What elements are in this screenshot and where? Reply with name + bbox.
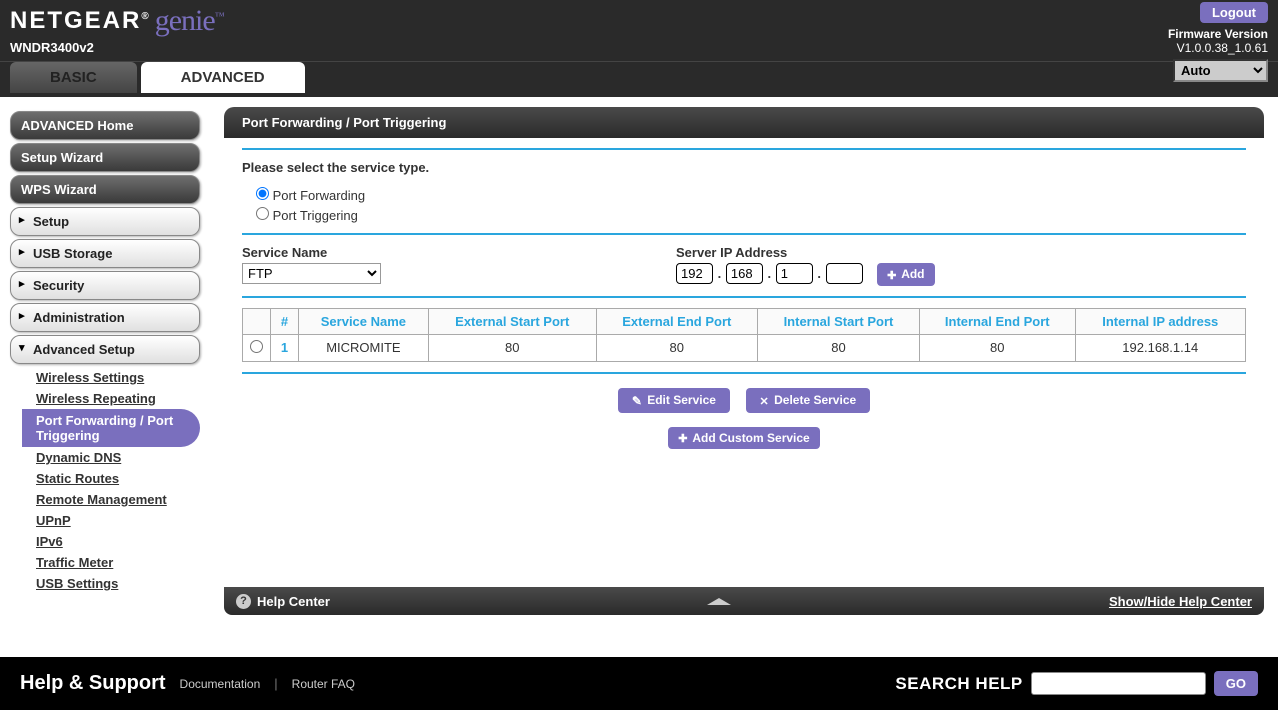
nav-wps-wizard[interactable]: WPS Wizard <box>10 175 200 204</box>
nav-setup-wizard[interactable]: Setup Wizard <box>10 143 200 172</box>
nav-wireless-settings[interactable]: Wireless Settings <box>22 367 210 388</box>
cell-ext-start: 80 <box>428 334 596 361</box>
tab-basic[interactable]: BASIC <box>10 62 137 93</box>
ip-dot: . <box>817 266 821 281</box>
add-button[interactable]: Add <box>877 263 934 286</box>
th-number: # <box>271 308 299 334</box>
search-help-label: SEARCH HELP <box>895 674 1022 694</box>
cell-number: 1 <box>271 334 299 361</box>
pencil-icon <box>632 394 642 408</box>
service-name-label: Service Name <box>242 245 676 260</box>
router-faq-link[interactable]: Router FAQ <box>292 677 355 691</box>
logout-button[interactable]: Logout <box>1200 2 1268 23</box>
divider <box>242 296 1246 298</box>
divider <box>242 233 1246 235</box>
service-name-select[interactable]: FTP <box>242 263 381 284</box>
nav-setup[interactable]: Setup <box>10 207 200 236</box>
row-select-radio[interactable] <box>250 340 263 353</box>
documentation-link[interactable]: Documentation <box>180 677 261 691</box>
ip-octet-1[interactable] <box>676 263 713 284</box>
nav-wireless-repeating[interactable]: Wireless Repeating <box>22 388 210 409</box>
search-help-input[interactable] <box>1031 672 1206 695</box>
radio-port-triggering-label[interactable]: Port Triggering <box>256 208 358 223</box>
tab-advanced[interactable]: ADVANCED <box>141 62 305 93</box>
help-icon: ? <box>236 594 251 609</box>
instruction-text: Please select the service type. <box>242 160 1246 175</box>
go-button[interactable]: GO <box>1214 671 1258 696</box>
cell-int-end: 80 <box>920 334 1075 361</box>
nav-usb-settings[interactable]: USB Settings <box>22 573 210 594</box>
nav-security[interactable]: Security <box>10 271 200 300</box>
ip-dot: . <box>718 266 722 281</box>
footer: Help & Support Documentation | Router FA… <box>0 657 1278 710</box>
nav-usb-storage[interactable]: USB Storage <box>10 239 200 268</box>
add-custom-service-button[interactable]: Add Custom Service <box>668 427 819 450</box>
th-int-ip: Internal IP address <box>1075 308 1246 334</box>
nav-remote-management[interactable]: Remote Management <box>22 489 210 510</box>
separator: | <box>274 676 277 691</box>
firmware-label: Firmware Version <box>1168 27 1268 41</box>
nav-traffic-meter[interactable]: Traffic Meter <box>22 552 210 573</box>
plus-icon <box>887 268 896 282</box>
th-service-name: Service Name <box>299 308 429 334</box>
nav-administration[interactable]: Administration <box>10 303 200 332</box>
help-support-title: Help & Support <box>20 672 166 695</box>
cell-int-ip: 192.168.1.14 <box>1075 334 1246 361</box>
th-select <box>243 308 271 334</box>
firmware-version: V1.0.0.38_1.0.61 <box>1168 41 1268 55</box>
cell-ext-end: 80 <box>596 334 757 361</box>
chevron-up-icon[interactable] <box>707 598 731 605</box>
services-table: # Service Name External Start Port Exter… <box>242 308 1246 362</box>
nav-upnp[interactable]: UPnP <box>22 510 210 531</box>
plus-icon <box>678 431 687 445</box>
radio-port-triggering-text: Port Triggering <box>273 208 358 223</box>
radio-port-triggering[interactable] <box>256 207 269 220</box>
cell-service-name: MICROMITE <box>299 334 429 361</box>
ip-octet-4[interactable] <box>826 263 863 284</box>
nav-advanced-setup[interactable]: Advanced Setup <box>10 335 200 364</box>
language-select[interactable]: Auto <box>1173 59 1268 82</box>
help-bar: ? Help Center Show/Hide Help Center <box>224 587 1264 615</box>
header-bar: NETGEAR® genie™ WNDR3400v2 Logout Firmwa… <box>0 0 1278 97</box>
netgear-logo: NETGEAR® <box>10 7 151 35</box>
table-row: 1 MICROMITE 80 80 80 80 192.168.1.14 <box>243 334 1246 361</box>
th-int-start: Internal Start Port <box>757 308 919 334</box>
cell-int-start: 80 <box>757 334 919 361</box>
server-ip-label: Server IP Address <box>676 245 1246 260</box>
nav-port-forwarding[interactable]: Port Forwarding / Port Triggering <box>22 409 200 447</box>
ip-octet-3[interactable] <box>776 263 813 284</box>
ip-octet-2[interactable] <box>726 263 763 284</box>
divider <box>242 148 1246 150</box>
help-center-label: Help Center <box>257 594 330 609</box>
sidebar: ADVANCED Home Setup Wizard WPS Wizard Se… <box>0 97 220 657</box>
th-int-end: Internal End Port <box>920 308 1075 334</box>
show-hide-help-link[interactable]: Show/Hide Help Center <box>1109 594 1252 609</box>
nav-ipv6[interactable]: IPv6 <box>22 531 210 552</box>
edit-service-button[interactable]: Edit Service <box>618 388 730 413</box>
nav-advanced-home[interactable]: ADVANCED Home <box>10 111 200 140</box>
nav-dynamic-dns[interactable]: Dynamic DNS <box>22 447 210 468</box>
delete-service-button[interactable]: Delete Service <box>746 388 871 413</box>
th-ext-start: External Start Port <box>428 308 596 334</box>
th-ext-end: External End Port <box>596 308 757 334</box>
x-icon <box>760 394 769 408</box>
ip-dot: . <box>768 266 772 281</box>
model-label: WNDR3400v2 <box>10 40 1268 55</box>
radio-port-forwarding-text: Port Forwarding <box>273 188 365 203</box>
genie-logo: genie™ <box>155 4 224 38</box>
divider <box>242 372 1246 374</box>
nav-static-routes[interactable]: Static Routes <box>22 468 210 489</box>
panel-title: Port Forwarding / Port Triggering <box>224 107 1264 138</box>
radio-port-forwarding-label[interactable]: Port Forwarding <box>256 188 365 203</box>
radio-port-forwarding[interactable] <box>256 187 269 200</box>
